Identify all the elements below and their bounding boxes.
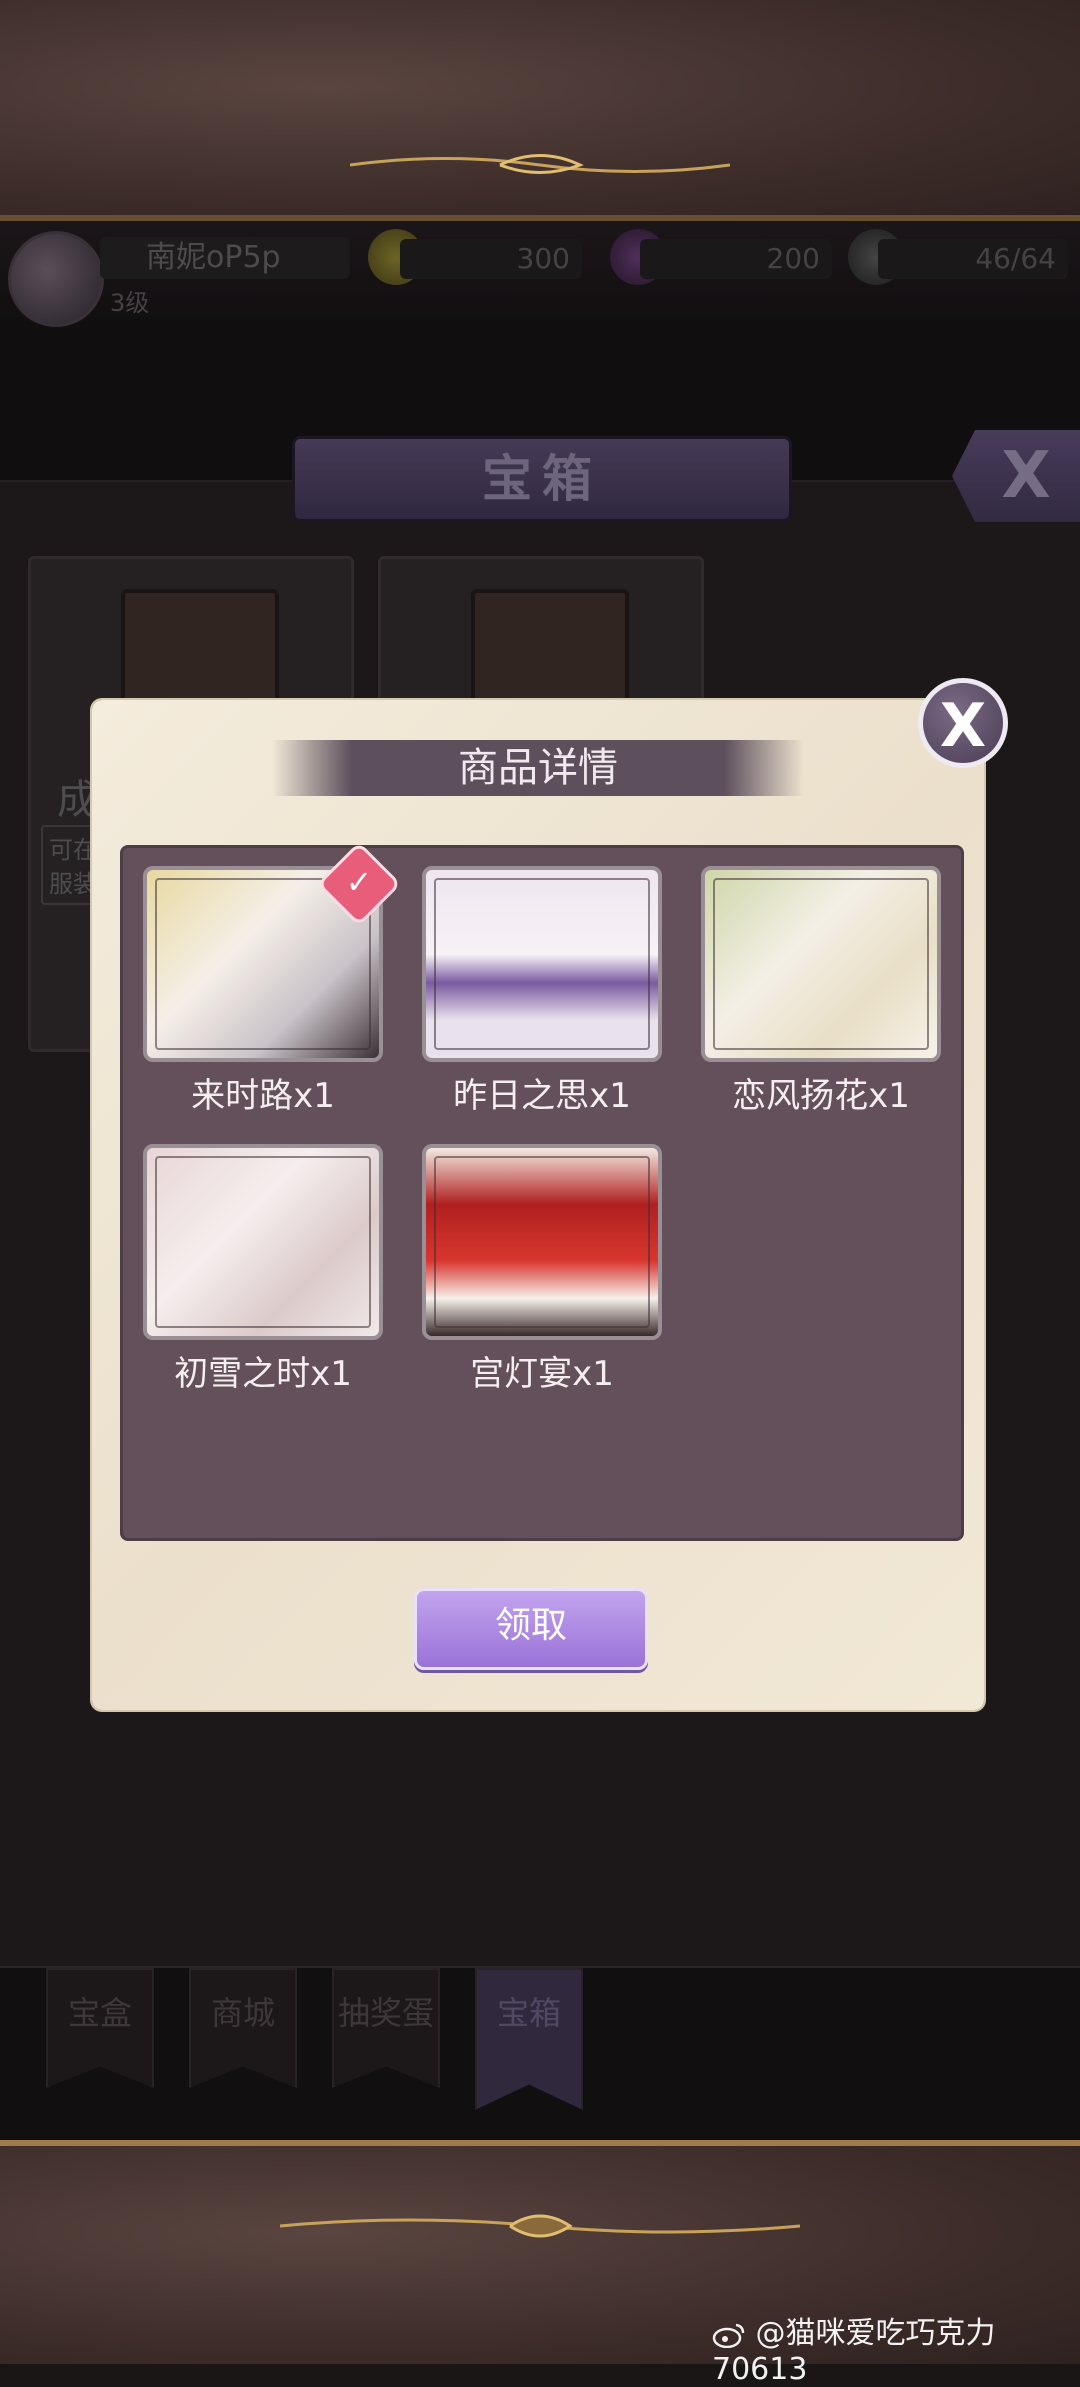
- item-label: 来时路x1: [191, 1076, 335, 1116]
- item-card[interactable]: 恋风扬花x1: [701, 866, 941, 1117]
- outfit-thumbnail: [422, 866, 662, 1062]
- check-icon: ✓: [345, 863, 373, 901]
- gold-ornament-icon: [280, 2214, 800, 2238]
- outfit-thumbnail: [422, 1144, 662, 1340]
- outfit-thumbnail: [701, 866, 941, 1062]
- dialog-title: 商品详情: [272, 740, 804, 796]
- watermark: @猫咪爱吃巧克力70613: [712, 2308, 1080, 2387]
- item-card[interactable]: ✓ 来时路x1: [143, 841, 402, 1117]
- item-label: 恋风扬花x1: [732, 1076, 910, 1116]
- top-frame: [0, 0, 1080, 221]
- item-label: 昨日之思x1: [453, 1076, 631, 1116]
- weibo-logo-icon: [712, 2323, 745, 2348]
- item-label: 初雪之时x1: [174, 1354, 352, 1394]
- item-card[interactable]: 宫灯宴x1: [422, 1144, 662, 1395]
- claim-button[interactable]: 领取: [414, 1588, 648, 1670]
- watermark-text: @猫咪爱吃巧克力70613: [712, 2316, 996, 2387]
- item-grid: ✓ 来时路x1 昨日之思x1 恋风扬花x1 初雪之时x1 宫灯宴x1: [120, 841, 964, 1541]
- item-card[interactable]: 初雪之时x1: [143, 1144, 383, 1395]
- gold-ornament-icon: [350, 154, 730, 174]
- item-label: 宫灯宴x1: [470, 1354, 614, 1394]
- outfit-thumbnail: [143, 1144, 383, 1340]
- item-details-dialog: 商品详情 ✓ 来时路x1 昨日之思x1 恋风扬花x1 初雪之时x1 宫灯宴x1 …: [92, 700, 984, 1710]
- dialog-close-button[interactable]: X: [918, 678, 1008, 768]
- item-card[interactable]: 昨日之思x1: [422, 866, 662, 1117]
